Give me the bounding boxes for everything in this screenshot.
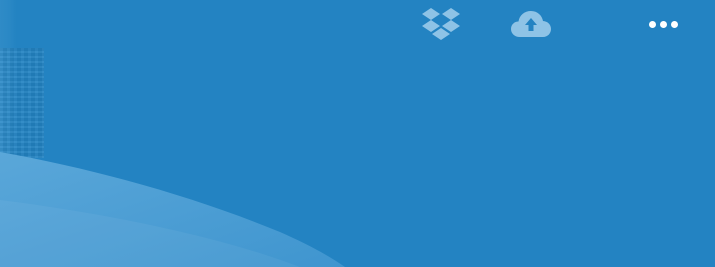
dropbox-button[interactable]: [418, 4, 464, 44]
dropbox-icon: [422, 8, 460, 40]
app-header-banner: [0, 0, 715, 267]
decorative-wave: [0, 152, 345, 267]
dot: [659, 20, 667, 28]
cloud-upload-icon: [511, 11, 551, 37]
dot: [648, 20, 656, 28]
more-options-button[interactable]: [640, 10, 686, 38]
dot: [670, 20, 678, 28]
cloud-upload-button[interactable]: [508, 6, 554, 42]
more-options-icon: [648, 20, 678, 28]
